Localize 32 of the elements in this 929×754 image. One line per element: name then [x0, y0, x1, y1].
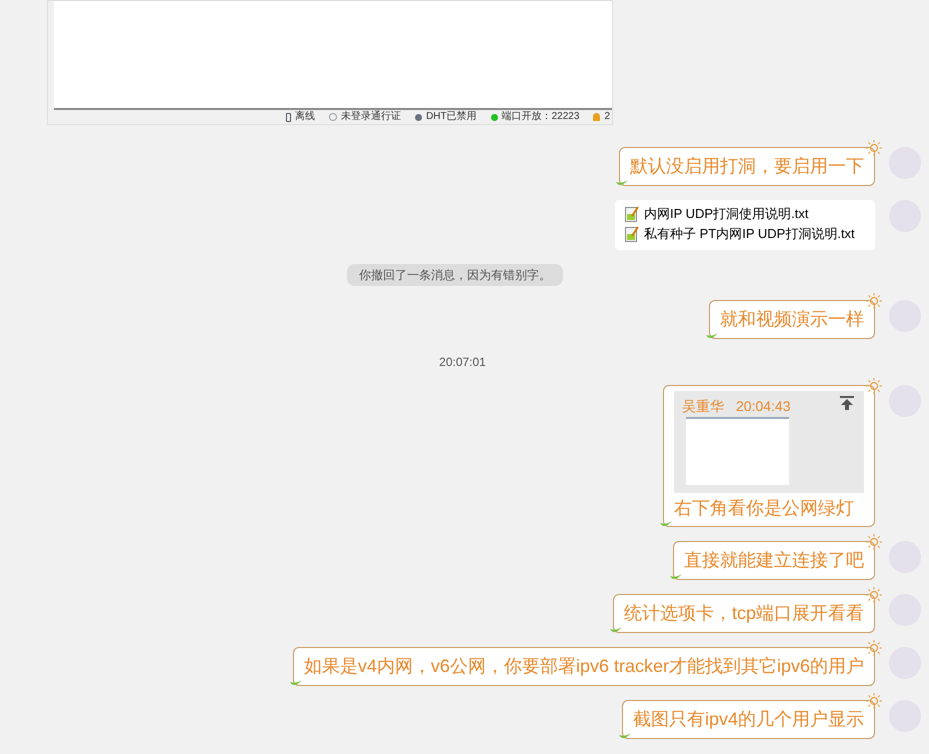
status-text: 2 — [604, 111, 610, 123]
message-text: 默认没启用打洞，要启用一下 — [630, 156, 864, 176]
quote-time: 20:04:43 — [736, 397, 790, 416]
status-text: DHT已禁用 — [426, 111, 477, 123]
sun-icon — [866, 640, 882, 656]
recall-notice: 你撤回了一条消息，因为有错别字。 — [347, 264, 563, 286]
bell-icon — [593, 113, 600, 121]
message-text: 直接就能建立连接了吧 — [684, 550, 864, 570]
status-text: 端口开放：22223 — [502, 111, 580, 123]
message-text: 截图只有ipv4的几个用户显示 — [632, 709, 864, 729]
quote-sender: 吴重华 — [682, 397, 724, 416]
sun-icon — [866, 693, 882, 709]
sun-icon — [866, 534, 882, 550]
sun-icon — [866, 587, 882, 603]
file-name[interactable]: 内网IP UDP打洞使用说明.txt — [644, 205, 808, 223]
sun-icon — [866, 378, 882, 394]
message-text: 就和视频演示一样 — [720, 309, 864, 329]
message-text: 右下角看你是公网绿灯 — [674, 497, 855, 520]
upload-icon[interactable] — [840, 395, 854, 410]
phone-icon — [286, 112, 292, 122]
timestamp: 20:07:01 — [439, 354, 486, 371]
sun-icon — [866, 293, 882, 309]
message-text: 统计选项卡，tcp端口展开看看 — [624, 603, 864, 623]
status-text: 未登录通行证 — [341, 111, 402, 123]
globe-icon — [329, 113, 338, 121]
sun-icon — [866, 140, 882, 156]
text-file-icon — [625, 226, 639, 242]
file-name[interactable]: 私有种子 PT内网IP UDP打洞说明.txt — [644, 225, 855, 243]
text-file-icon — [625, 206, 639, 222]
status-text: 离线 — [295, 111, 316, 123]
gear-icon — [415, 114, 422, 120]
message-text: 如果是v4内网，v6公网，你要部署ipv6 tracker才能找到其它ipv6的用户 — [304, 656, 864, 676]
